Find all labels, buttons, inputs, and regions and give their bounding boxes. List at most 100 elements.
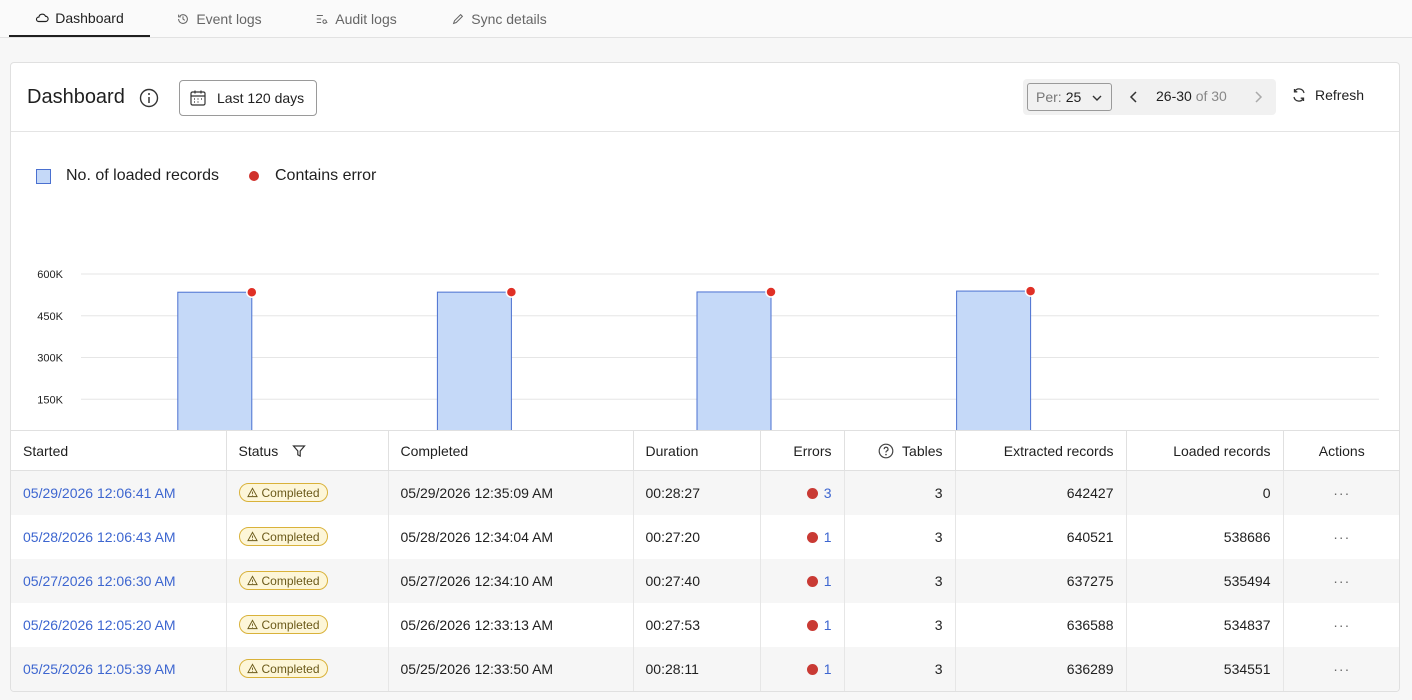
error-count-link[interactable]: 1 [824, 573, 832, 589]
table-row: 05/29/2026 12:06:41 AM Completed 05/29/202… [11, 470, 1399, 515]
refresh-label: Refresh [1315, 87, 1365, 103]
col-status[interactable]: Status [226, 430, 389, 471]
filter-icon[interactable] [292, 444, 307, 458]
row-actions-menu[interactable]: ··· [1333, 661, 1350, 677]
refresh-icon [1293, 88, 1305, 102]
col-actions: Actions [1283, 430, 1399, 471]
calendar-icon [190, 90, 206, 106]
help-icon[interactable] [878, 443, 894, 459]
cell-extracted: 637275 [955, 558, 1127, 603]
error-dot [806, 619, 818, 631]
y-tick-label: 150K [37, 394, 63, 406]
refresh-button[interactable]: Refresh [1291, 87, 1364, 103]
per-page-value: 25 [1065, 89, 1082, 105]
error-count-link[interactable]: 1 [824, 529, 832, 545]
col-errors[interactable]: Errors [760, 430, 845, 471]
status-badge: Completed [238, 571, 328, 590]
pencil-icon [453, 13, 464, 25]
col-tables[interactable]: Tables [844, 430, 956, 471]
cell-extracted: 636588 [955, 602, 1127, 647]
col-duration[interactable]: Duration [633, 430, 761, 471]
run-link[interactable]: 05/26/2026 12:05:20 AM [23, 617, 176, 633]
cell-extracted: 640521 [955, 514, 1127, 559]
col-completed[interactable]: Completed [388, 430, 634, 471]
cell-actions: ··· [1283, 647, 1399, 691]
tab-label: Dashboard [55, 9, 124, 26]
status-label: Completed [261, 617, 320, 632]
row-actions-menu[interactable]: ··· [1333, 485, 1350, 501]
cell-tables: 3 [844, 470, 956, 515]
tab-label: Event logs [196, 11, 262, 27]
cell-duration: 00:27:40 [633, 558, 761, 603]
cell-loaded: 538686 [1126, 514, 1284, 559]
tab-audit-logs[interactable]: Audit logs [300, 0, 412, 38]
cell-extracted: 636289 [955, 646, 1127, 691]
tab-sync-details[interactable]: Sync details [436, 0, 562, 38]
run-link[interactable]: 05/29/2026 12:06:41 AM [23, 485, 176, 501]
error-count-link[interactable]: 1 [824, 617, 832, 633]
bar [696, 291, 772, 430]
range-current: 26-30 [1156, 88, 1192, 104]
run-link[interactable]: 05/28/2026 12:06:43 AM [23, 529, 176, 545]
sync-runs-table: Started Status Completed Duration Errors… [11, 430, 1399, 691]
chevron-left-icon[interactable] [1125, 88, 1143, 106]
error-marker [1024, 285, 1037, 297]
error-marker [765, 286, 777, 298]
page-title: Dashboard [27, 86, 125, 108]
tab-dashboard[interactable]: Dashboard [9, 0, 150, 37]
col-tables-label: Tables [902, 442, 943, 459]
col-status-label: Status [238, 442, 279, 459]
y-tick-label: 450K [37, 311, 63, 323]
table-row: 05/27/2026 12:06:30 AM Completed 05/27/202… [11, 558, 1399, 603]
col-extracted-label: Extracted records [1003, 442, 1114, 459]
run-link[interactable]: 05/25/2026 12:05:39 AM [23, 661, 176, 677]
col-loaded[interactable]: Loaded records [1126, 430, 1284, 471]
error-count-link[interactable]: 3 [824, 485, 832, 501]
cloud-icon [36, 13, 49, 22]
col-started-label: Started [23, 442, 69, 459]
chart-area: No. of loaded records Contains error 015… [11, 133, 1399, 430]
info-icon[interactable] [139, 88, 159, 108]
panel-header: Dashboard Last 120 days Per: 25 26-30 of… [11, 63, 1399, 132]
cell-started: 05/25/2026 12:05:39 AM [11, 646, 227, 691]
date-range-button[interactable]: Last 120 days [179, 80, 317, 116]
page-range: 26-30 of 30 [1156, 88, 1227, 104]
chevron-right-icon[interactable] [1249, 88, 1267, 106]
error-count-link[interactable]: 1 [824, 661, 832, 677]
cell-tables: 3 [844, 602, 956, 647]
run-link[interactable]: 05/27/2026 12:06:30 AM [23, 573, 176, 589]
error-dot [806, 487, 818, 499]
error-marker [505, 286, 518, 298]
table-body: 05/29/2026 12:06:41 AM Completed 05/29/202… [11, 470, 1399, 691]
cell-tables: 3 [844, 514, 956, 559]
cell-errors: 1 [760, 558, 845, 603]
error-dot [806, 575, 818, 587]
table-row: 05/26/2026 12:05:20 AM Completed 05/26/202… [11, 602, 1399, 647]
tab-label: Audit logs [335, 11, 397, 27]
cell-status: Completed [226, 646, 389, 691]
status-label: Completed [261, 529, 320, 544]
warning-icon [246, 531, 258, 542]
tab-bar: Dashboard Event logs Audit logs Sync det… [0, 0, 1412, 38]
tab-event-logs[interactable]: Event logs [160, 0, 278, 38]
cell-duration: 00:28:11 [633, 646, 761, 691]
col-started[interactable]: Started [11, 430, 227, 471]
cell-completed: 05/27/2026 12:34:10 AM [388, 558, 634, 603]
per-page-select[interactable]: Per: 25 [1027, 83, 1112, 111]
cell-started: 05/27/2026 12:06:30 AM [11, 558, 227, 603]
row-actions-menu[interactable]: ··· [1333, 529, 1350, 545]
y-tick-label: 600K [37, 269, 63, 281]
row-actions-menu[interactable]: ··· [1333, 573, 1350, 589]
per-page-label: Per: [1036, 89, 1062, 105]
cell-status: Completed [226, 470, 389, 515]
bar [436, 291, 512, 430]
status-badge: Completed [238, 659, 328, 678]
row-actions-menu[interactable]: ··· [1333, 617, 1350, 633]
cell-duration: 00:28:27 [633, 470, 761, 515]
status-label: Completed [261, 661, 320, 676]
cell-loaded: 534551 [1126, 646, 1284, 691]
cell-started: 05/29/2026 12:06:41 AM [11, 470, 227, 515]
col-extracted[interactable]: Extracted records [955, 430, 1127, 471]
cell-started: 05/26/2026 12:05:20 AM [11, 602, 227, 647]
bar [956, 290, 1032, 430]
